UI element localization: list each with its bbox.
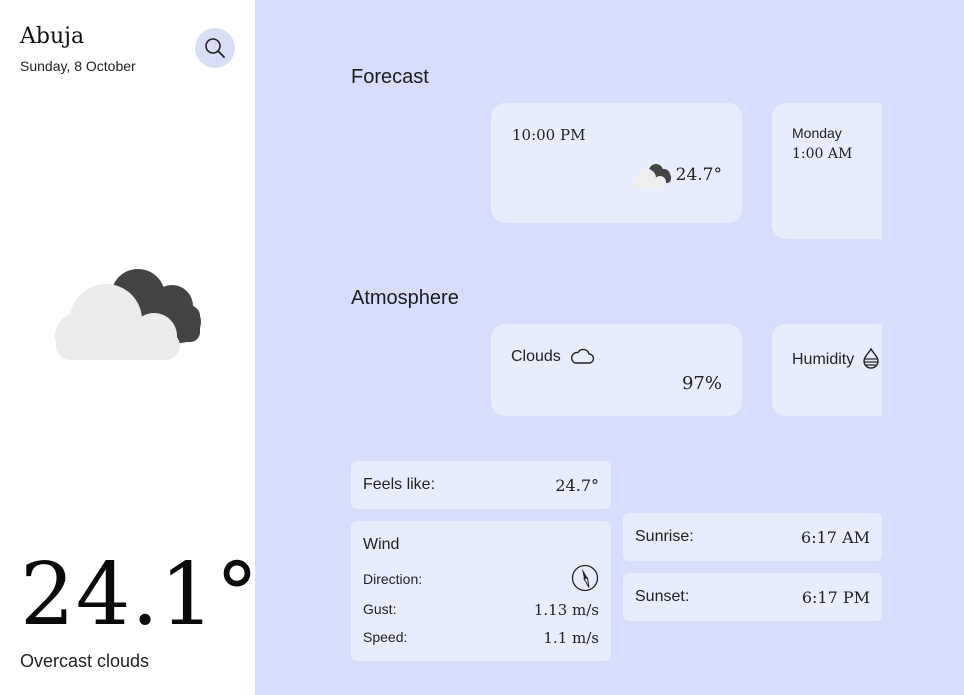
main-panel: Forecast 10:00 PM 24.7° Monday 1:00 AM A… <box>255 0 964 695</box>
wind-title: Wind <box>363 536 400 553</box>
atmosphere-title: Atmosphere <box>351 287 459 309</box>
forecast-card[interactable]: 10:00 PM 24.7° <box>491 103 742 223</box>
weather-condition: Overcast clouds <box>20 651 150 671</box>
current-date: Sunday, 8 October <box>20 58 136 74</box>
compass-icon <box>571 564 599 592</box>
feels-like-label: Feels like: <box>363 476 436 493</box>
atmosphere-card-humidity[interactable]: Humidity <box>772 324 882 416</box>
forecast-time: 10:00 PM <box>512 126 586 144</box>
atmosphere-carousel[interactable]: Clouds 97% Humidity <box>491 324 882 416</box>
wind-speed-row: Speed: 1.1 m/s <box>363 629 599 647</box>
sunset-card: Sunset: 6:17 PM <box>623 573 882 621</box>
humidity-label-text: Humidity <box>792 351 855 368</box>
overcast-clouds-icon <box>634 164 671 188</box>
forecast-day: Monday <box>792 125 842 141</box>
forecast-time: 1:00 AM <box>792 146 853 162</box>
atmosphere-card-clouds[interactable]: Clouds 97% <box>491 324 742 416</box>
clouds-label: Clouds <box>511 347 595 366</box>
sunrise-label: Sunrise: <box>635 528 694 545</box>
wind-gust-value: 1.13 m/s <box>533 601 599 619</box>
feels-like-value: 24.7° <box>555 476 599 495</box>
wind-speed-label: Speed: <box>363 629 408 645</box>
forecast-carousel[interactable]: 10:00 PM 24.7° Monday 1:00 AM <box>491 103 882 243</box>
wind-direction-label: Direction: <box>363 571 423 587</box>
overcast-clouds-icon <box>55 269 201 360</box>
current-temperature: 24.1° <box>20 545 260 645</box>
sunrise-card: Sunrise: 6:17 AM <box>623 513 882 561</box>
clouds-label-text: Clouds <box>511 348 561 365</box>
clouds-value: 97% <box>681 373 722 394</box>
wind-card: Wind Direction: Gust: 1.13 m/s Speed: 1.… <box>351 521 611 661</box>
search-button[interactable] <box>195 28 235 68</box>
sunset-value: 6:17 PM <box>801 588 870 607</box>
wind-gust-label: Gust: <box>363 601 397 617</box>
sunset-label: Sunset: <box>635 588 690 605</box>
city-name: Abuja <box>20 24 85 49</box>
wind-speed-value: 1.1 m/s <box>543 629 599 647</box>
feels-like-card: Feels like: 24.7° <box>351 461 611 509</box>
wind-gust-row: Gust: 1.13 m/s <box>363 601 599 619</box>
search-icon <box>205 38 225 58</box>
sunrise-value: 6:17 AM <box>801 528 870 547</box>
forecast-temperature: 24.7° <box>675 165 722 185</box>
water-drop-icon <box>862 347 879 369</box>
forecast-card[interactable]: Monday 1:00 AM <box>772 103 882 239</box>
wind-direction-row: Direction: <box>363 564 599 592</box>
humidity-label: Humidity <box>792 347 880 369</box>
cloud-outline-icon <box>571 348 595 364</box>
forecast-title: Forecast <box>351 66 429 88</box>
sidebar: Abuja Sunday, 8 October 24.1° Overcast c… <box>0 0 258 695</box>
